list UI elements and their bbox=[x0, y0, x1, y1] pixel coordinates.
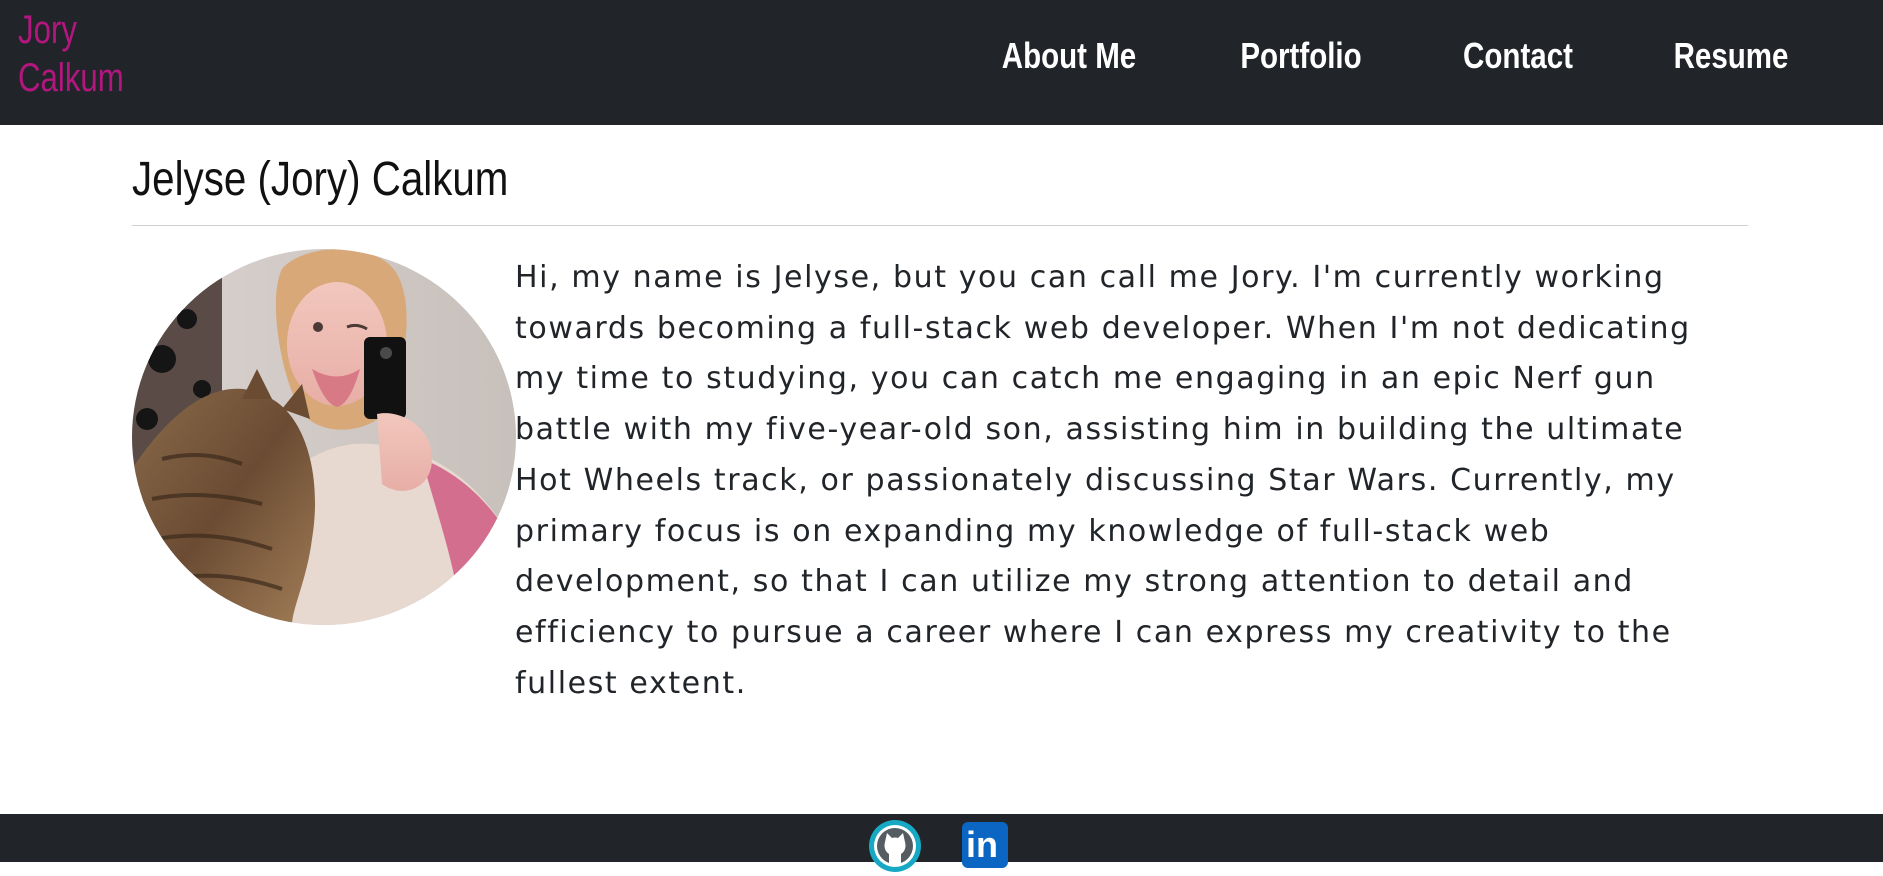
brand-last-name: Calkum bbox=[18, 56, 124, 100]
page-title: Jelyse (Jory) Calkum bbox=[132, 153, 509, 206]
nav-link-resume[interactable]: Resume bbox=[1674, 30, 1789, 82]
main-nav: About Me Portfolio Contact Resume bbox=[987, 30, 1801, 82]
brand-logo-link[interactable]: Jory Calkum bbox=[18, 6, 124, 102]
navbar: Jory Calkum About Me Portfolio Contact R… bbox=[0, 0, 1883, 125]
nav-link-portfolio[interactable]: Portfolio bbox=[1240, 30, 1361, 82]
linkedin-icon: in bbox=[966, 824, 998, 865]
github-icon bbox=[874, 825, 916, 867]
linkedin-link[interactable]: in bbox=[962, 822, 1008, 868]
bio-paragraph: Hi, my name is Jelyse, but you can call … bbox=[515, 260, 1691, 701]
profile-photo-image bbox=[132, 249, 516, 625]
footer: in bbox=[0, 814, 1883, 872]
about-section: Jelyse (Jory) Calkum Hi, my name is Jely… bbox=[132, 125, 1748, 701]
title-divider bbox=[132, 225, 1748, 226]
nav-link-about-me[interactable]: About Me bbox=[1002, 30, 1136, 82]
profile-photo bbox=[132, 249, 516, 625]
brand-first-name: Jory bbox=[18, 8, 77, 52]
github-link[interactable] bbox=[869, 820, 921, 872]
nav-link-contact[interactable]: Contact bbox=[1463, 30, 1573, 82]
